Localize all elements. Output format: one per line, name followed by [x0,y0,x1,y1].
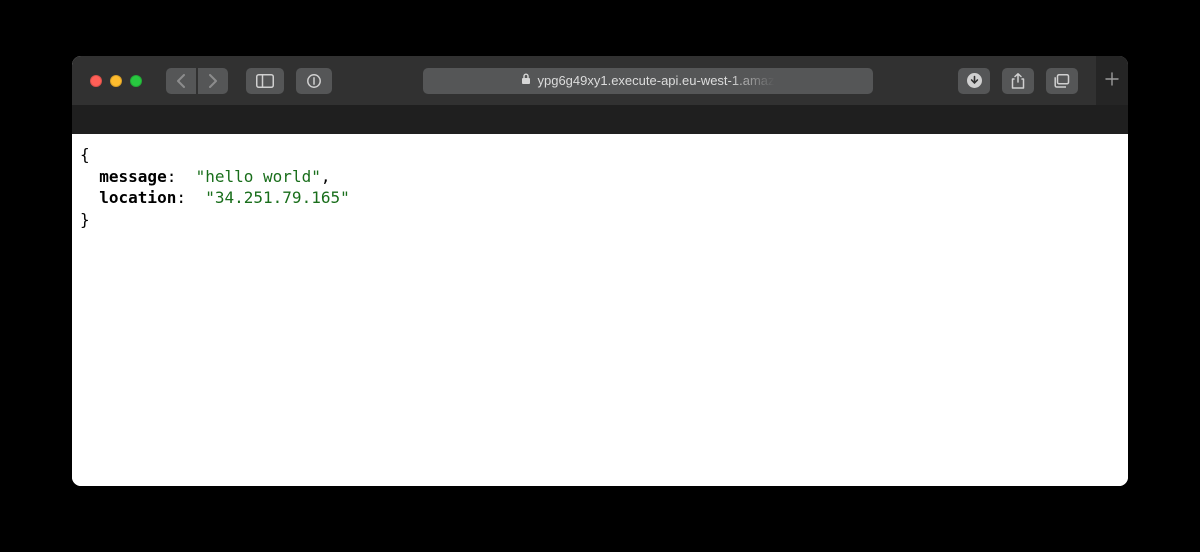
json-key: location [99,188,176,207]
toolbar-right-cluster [958,68,1084,94]
json-brace-open: { [80,145,90,164]
shield-icon [306,73,322,89]
share-button[interactable] [1002,68,1034,94]
json-string-value: "hello world" [196,167,321,186]
maximize-window-button[interactable] [130,75,142,87]
traffic-lights [90,75,142,87]
browser-window: ypg6g49xy1.execute-api.eu-west-1.amaz [72,56,1128,486]
show-tabs-button[interactable] [1046,68,1078,94]
address-text: ypg6g49xy1.execute-api.eu-west-1.amaz [537,73,774,88]
new-tab-button[interactable] [1096,56,1128,105]
json-key: message [99,167,166,186]
browser-toolbar: ypg6g49xy1.execute-api.eu-west-1.amaz [72,56,1128,105]
download-icon [967,73,982,88]
tabs-icon [1054,74,1070,88]
address-bar[interactable]: ypg6g49xy1.execute-api.eu-west-1.amaz [423,68,873,94]
back-button[interactable] [166,68,196,94]
privacy-report-button[interactable] [296,68,332,94]
tab-strip [72,105,1128,134]
share-icon [1011,73,1025,89]
sidebar-icon [256,74,274,88]
downloads-button[interactable] [958,68,990,94]
json-string-value: "34.251.79.165" [205,188,350,207]
json-brace-close: } [80,210,90,229]
page-content: { message: "hello world", location: "34.… [72,134,1128,486]
forward-button[interactable] [198,68,228,94]
plus-icon [1105,69,1119,92]
minimize-window-button[interactable] [110,75,122,87]
close-window-button[interactable] [90,75,102,87]
show-sidebar-button[interactable] [246,68,284,94]
nav-button-group [166,68,234,94]
lock-icon [521,73,531,88]
